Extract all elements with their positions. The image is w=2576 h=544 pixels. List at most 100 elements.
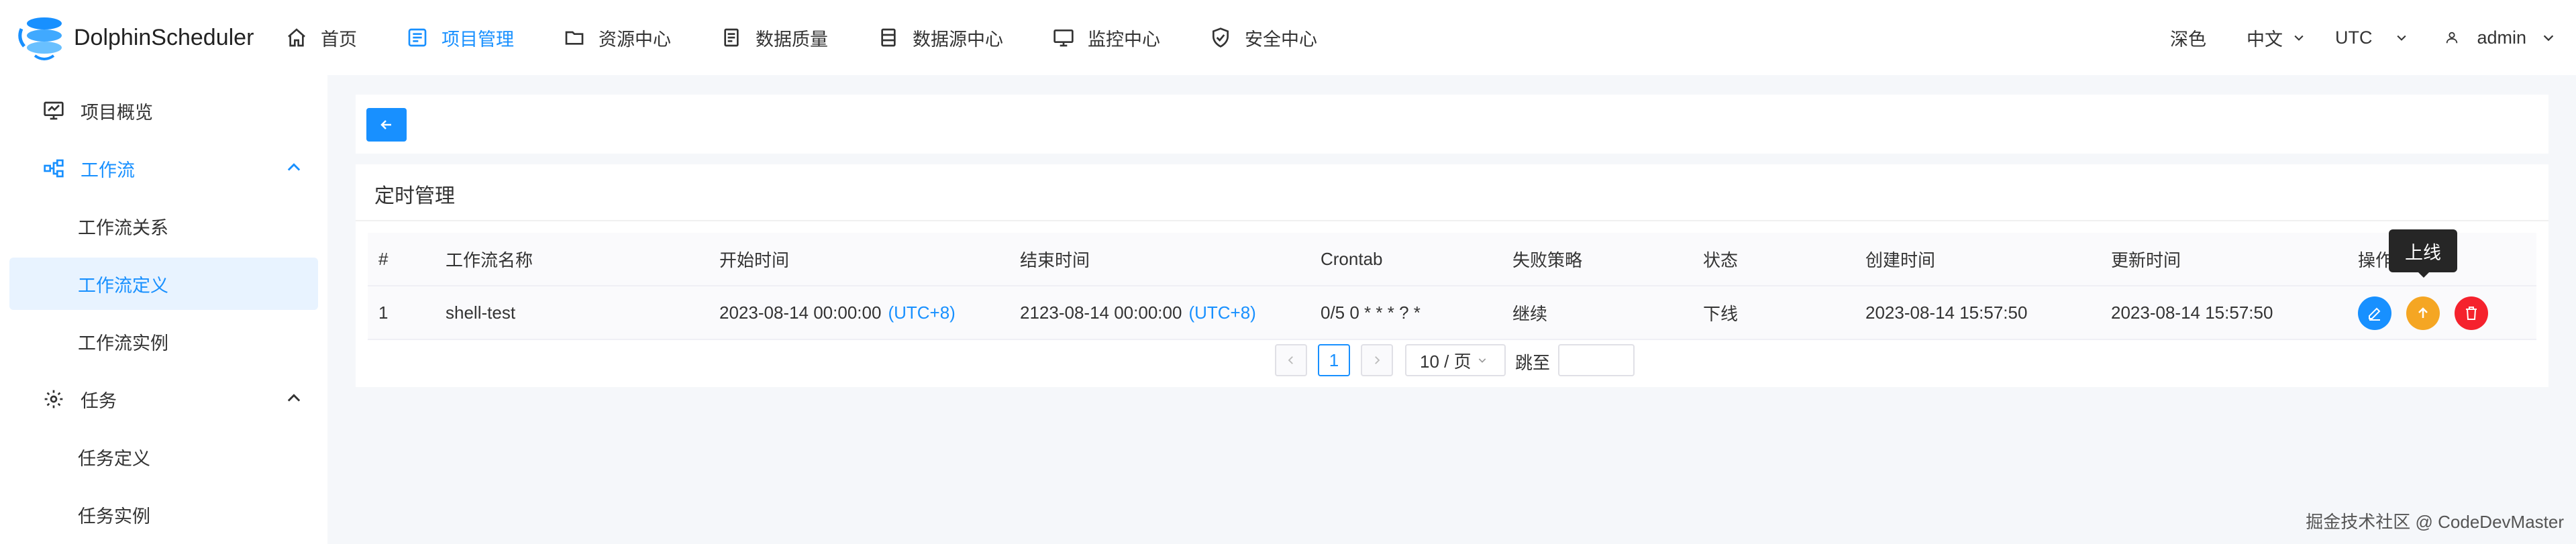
theme-toggle[interactable]: 深色: [2170, 25, 2206, 51]
row-workflow-name: shell-test: [446, 302, 516, 323]
row-start-time: 2023-08-14 00:00:00 (UTC+8): [719, 286, 956, 339]
column-header-index: #: [378, 248, 389, 269]
app-title: DolphinScheduler: [74, 24, 254, 50]
chevron-down-icon: [1478, 358, 1486, 363]
column-header-update-time: 更新时间: [2111, 250, 2181, 270]
nav-item-monitor[interactable]: 监控中心: [1051, 0, 1190, 75]
watermark: 掘金技术社区 @ CodeDevMaster: [2306, 512, 2564, 532]
timezone-label: UTC: [2334, 27, 2373, 48]
tooltip-arrow: [2417, 271, 2430, 278]
row-update-time: 2023-08-14 15:57:50: [2111, 302, 2273, 323]
sidebar-item-label: 任务定义: [78, 448, 150, 469]
nav-item-datasource[interactable]: 数据源中心: [876, 0, 1033, 75]
end-timezone: (UTC+8): [1188, 302, 1256, 323]
sidebar-item-label: 项目概览: [81, 102, 153, 123]
sidebar-item-task[interactable]: 任务: [9, 373, 318, 425]
data-quality-icon: [719, 25, 743, 50]
sidebar-item-label: 任务: [81, 390, 117, 411]
row-failure-strategy: 继续: [1512, 303, 1548, 324]
column-header-crontab: Crontab: [1321, 248, 1383, 269]
folder-icon: [562, 25, 586, 50]
sidebar-item-project-overview[interactable]: 项目概览: [9, 85, 318, 137]
row-status: 下线: [1703, 303, 1739, 324]
chevron-right-icon: [1375, 356, 1380, 364]
nav-item-security[interactable]: 安全中心: [1208, 0, 1347, 75]
back-button[interactable]: [366, 108, 407, 142]
chevron-up-icon: [287, 394, 301, 402]
project-overview-icon: [42, 99, 66, 123]
top-navbar: DolphinScheduler 首页 项目管理 资源中心 数据质量 数据源中心…: [0, 0, 2576, 75]
nav-item-label: 数据质量: [756, 29, 828, 50]
chevron-left-icon: [1288, 356, 1293, 364]
table-header: # 工作流名称 开始时间 结束时间 Crontab 失败策略 状态 创建时间 更…: [368, 233, 2536, 286]
column-header-name: 工作流名称: [446, 250, 533, 270]
user-menu[interactable]: admin: [2444, 28, 2556, 48]
nav-item-label: 资源中心: [599, 29, 671, 50]
next-page-button[interactable]: [1361, 344, 1393, 376]
nav-item-label: 首页: [321, 29, 357, 50]
column-header-start-time: 开始时间: [719, 250, 790, 270]
sidebar: 项目概览 工作流 工作流关系 工作流定义 工作流实例 任务 任务定义 任务实例: [0, 75, 327, 544]
workflow-icon: [42, 156, 66, 180]
divider: [356, 220, 2548, 221]
sidebar-item-label: 任务实例: [78, 506, 150, 527]
home-icon: [285, 25, 309, 50]
nav-item-label: 安全中心: [1245, 29, 1317, 50]
nav-item-home[interactable]: 首页: [285, 0, 387, 75]
database-icon: [876, 25, 900, 50]
edit-icon: [2369, 307, 2381, 321]
column-header-operation: 操作: [2358, 250, 2393, 270]
language-select[interactable]: 中文: [2247, 25, 2306, 51]
nav-item-resource[interactable]: 资源中心: [562, 0, 701, 75]
sidebar-item-label: 工作流关系: [78, 217, 168, 238]
jump-page-input[interactable]: [1558, 344, 1635, 376]
shield-icon: [1208, 25, 1233, 50]
start-time-value: 2023-08-14 00:00:00: [719, 302, 882, 323]
page-size-select[interactable]: 10 / 页: [1405, 344, 1506, 376]
logo[interactable]: DolphinScheduler: [15, 11, 256, 64]
user-icon: [2446, 32, 2458, 44]
user-name: admin: [2477, 27, 2526, 48]
dolphin-logo-icon: [15, 11, 70, 64]
monitor-icon: [1051, 25, 1076, 50]
row-end-time: 2123-08-14 00:00:00 (UTC+8): [1020, 286, 1256, 339]
online-tooltip: 上线: [2389, 229, 2457, 272]
column-header-status: 状态: [1703, 250, 1739, 270]
nav-item-label: 数据源中心: [913, 29, 1003, 50]
column-header-failure-strategy: 失败策略: [1512, 250, 1583, 270]
start-timezone: (UTC+8): [888, 302, 956, 323]
sidebar-item-workflow[interactable]: 工作流: [9, 142, 318, 195]
prev-page-button[interactable]: [1275, 344, 1307, 376]
chevron-down-icon: [2397, 35, 2407, 41]
row-crontab: 0/5 0 * * * ? *: [1321, 302, 1421, 323]
chevron-up-icon: [287, 163, 301, 171]
jump-label: 跳至: [1515, 353, 1551, 373]
row-create-time: 2023-08-14 15:57:50: [1865, 302, 2028, 323]
nav-item-data-quality[interactable]: 数据质量: [719, 0, 858, 75]
nav-item-label: 项目管理: [442, 29, 514, 50]
sidebar-item-workflow-relation[interactable]: 工作流关系: [9, 200, 318, 252]
chevron-down-icon: [2543, 35, 2554, 42]
nav-item-project[interactable]: 项目管理: [405, 0, 544, 75]
sidebar-item-label: 工作流实例: [78, 333, 168, 353]
trash-icon: [2466, 307, 2477, 320]
header-right: 深色 中文 UTC admin: [2130, 0, 2556, 75]
toolbar-card: [356, 95, 2548, 154]
sidebar-item-workflow-instance[interactable]: 工作流实例: [9, 315, 318, 368]
column-header-create-time: 创建时间: [1865, 250, 1936, 270]
delete-button[interactable]: [2455, 296, 2488, 330]
chevron-down-icon: [2294, 35, 2304, 41]
sidebar-item-workflow-definition[interactable]: 工作流定义: [9, 258, 318, 310]
nav-item-label: 监控中心: [1088, 29, 1160, 50]
sidebar-item-task-instance[interactable]: 任务实例: [9, 488, 318, 541]
table-row: 1 shell-test 2023-08-14 00:00:00 (UTC+8)…: [368, 286, 2536, 340]
sidebar-item-label: 工作流: [81, 160, 135, 180]
language-label: 中文: [2246, 29, 2283, 50]
online-button[interactable]: [2406, 296, 2440, 330]
page-number-button[interactable]: 1: [1318, 344, 1350, 376]
sidebar-item-task-definition[interactable]: 任务定义: [9, 431, 318, 483]
gear-icon: [42, 387, 66, 411]
sidebar-item-label: 工作流定义: [78, 275, 168, 296]
timezone-select[interactable]: UTC: [2335, 28, 2409, 48]
edit-button[interactable]: [2358, 296, 2391, 330]
